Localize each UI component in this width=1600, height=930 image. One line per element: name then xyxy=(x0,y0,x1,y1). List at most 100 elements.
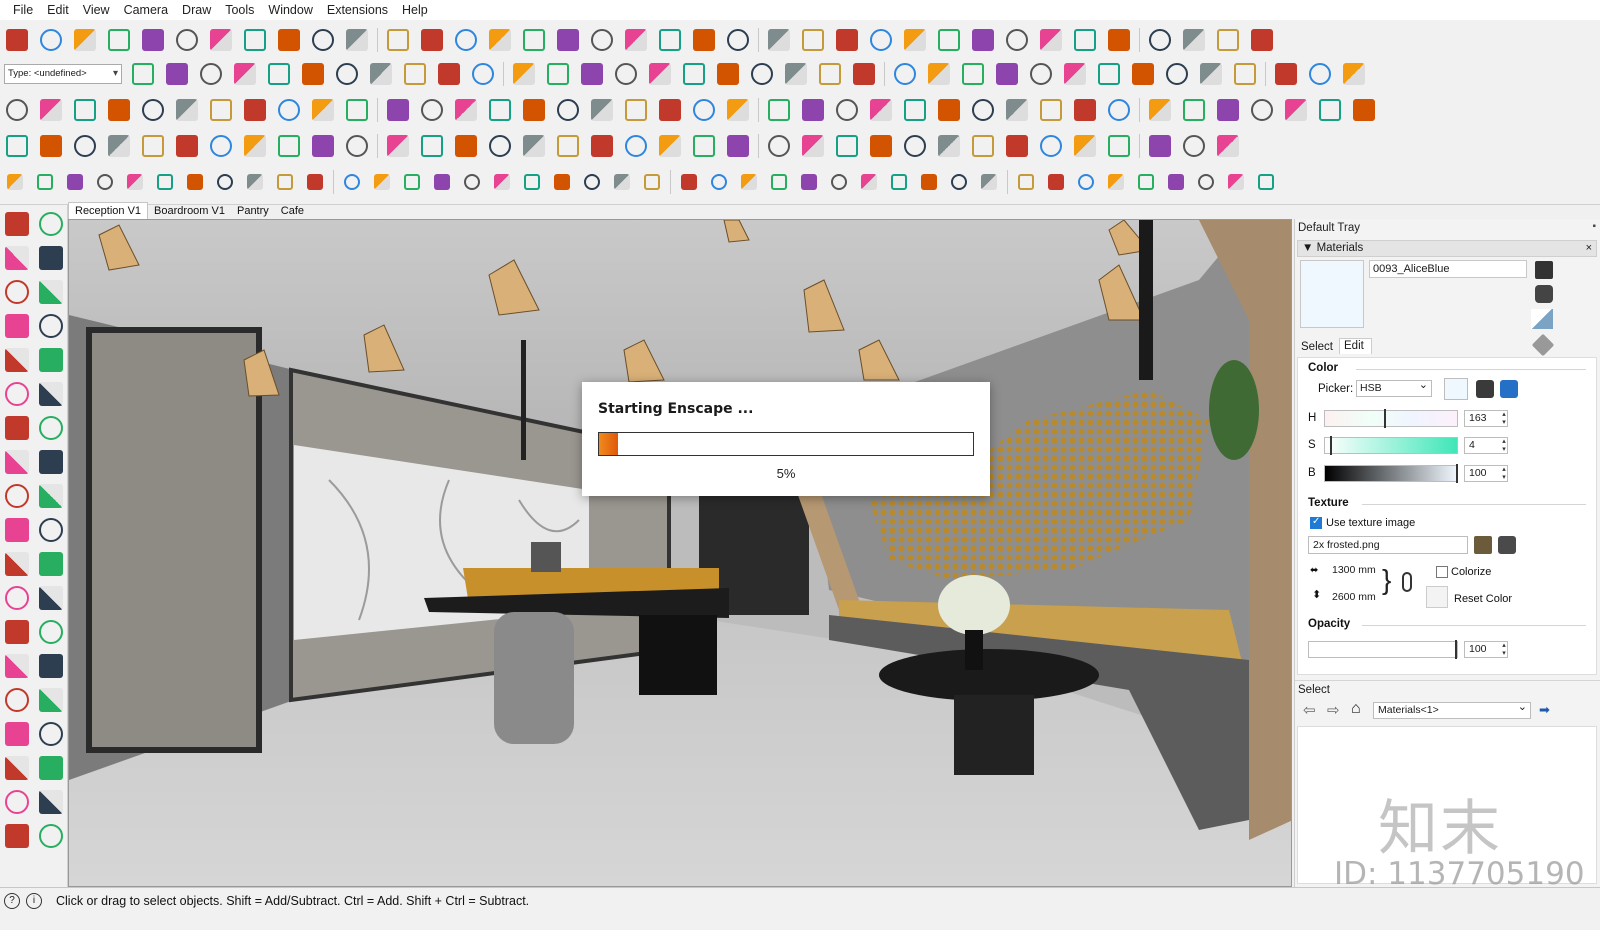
toolbar-tool-icon[interactable] xyxy=(655,95,685,125)
toolbar-tool-icon[interactable] xyxy=(577,59,607,89)
toolbar-tool-icon[interactable] xyxy=(488,168,516,196)
toolbar-tool-icon[interactable] xyxy=(172,95,202,125)
toolbar-tool-icon[interactable] xyxy=(274,25,304,55)
toolbar-tool-icon[interactable] xyxy=(417,131,447,161)
toolbar-tool-icon[interactable] xyxy=(383,25,413,55)
toolbar-tool-icon[interactable] xyxy=(553,131,583,161)
toolbar-tool-icon[interactable] xyxy=(679,59,709,89)
toolbar-tool-icon[interactable] xyxy=(274,131,304,161)
left-tool-icon[interactable] xyxy=(0,547,34,581)
toolbar-tool-icon[interactable] xyxy=(553,95,583,125)
toolbar-tool-icon[interactable] xyxy=(206,131,236,161)
toolbar-tool-icon[interactable] xyxy=(2,131,32,161)
toolbar-tool-icon[interactable] xyxy=(1271,59,1301,89)
type-select[interactable]: Type: <undefined> xyxy=(4,64,122,84)
left-tool-icon[interactable] xyxy=(34,547,68,581)
toolbar-tool-icon[interactable] xyxy=(764,131,794,161)
toolbar-tool-icon[interactable] xyxy=(1042,168,1070,196)
toolbar-tool-icon[interactable] xyxy=(621,131,651,161)
toolbar-tool-icon[interactable] xyxy=(945,168,973,196)
toolbar-tool-icon[interactable] xyxy=(1162,168,1190,196)
toolbar-tool-icon[interactable] xyxy=(621,25,651,55)
toolbar-tool-icon[interactable] xyxy=(1179,131,1209,161)
opacity-thumb[interactable] xyxy=(1455,640,1457,659)
toolbar-tool-icon[interactable] xyxy=(1094,59,1124,89)
toolbar-tool-icon[interactable] xyxy=(485,95,515,125)
toolbar-tool-icon[interactable] xyxy=(866,95,896,125)
edit-texture-icon[interactable] xyxy=(1498,536,1516,554)
toolbar-tool-icon[interactable] xyxy=(1179,95,1209,125)
toolbar-tool-icon[interactable] xyxy=(271,168,299,196)
toolbar-tool-icon[interactable] xyxy=(900,95,930,125)
help-icon[interactable]: ? xyxy=(4,893,20,909)
toolbar-tool-icon[interactable] xyxy=(519,25,549,55)
toolbar-tool-icon[interactable] xyxy=(968,25,998,55)
toolbar-tool-icon[interactable] xyxy=(2,25,32,55)
brightness-thumb[interactable] xyxy=(1456,464,1458,483)
toolbar-tool-icon[interactable] xyxy=(764,95,794,125)
scene-tab[interactable]: Boardroom V1 xyxy=(148,203,231,219)
reset-color-label[interactable]: Reset Color xyxy=(1454,593,1512,605)
toolbar-tool-icon[interactable] xyxy=(934,25,964,55)
toolbar-tool-icon[interactable] xyxy=(417,25,447,55)
texture-height-field[interactable]: 2600 mm xyxy=(1328,589,1378,607)
toolbar-tool-icon[interactable] xyxy=(172,25,202,55)
toolbar-tool-icon[interactable] xyxy=(1213,131,1243,161)
left-tool-icon[interactable] xyxy=(0,479,34,513)
toolbar-tool-icon[interactable] xyxy=(1070,131,1100,161)
toolbar-tool-icon[interactable] xyxy=(458,168,486,196)
left-tool-icon[interactable] xyxy=(34,445,68,479)
toolbar-tool-icon[interactable] xyxy=(1213,95,1243,125)
toolbar-tool-icon[interactable] xyxy=(975,168,1003,196)
s-value-field[interactable]: 4 xyxy=(1464,437,1508,454)
toolbar-tool-icon[interactable] xyxy=(509,59,539,89)
toolbar-tool-icon[interactable] xyxy=(241,168,269,196)
toolbar-tool-icon[interactable] xyxy=(992,59,1022,89)
toolbar-tool-icon[interactable] xyxy=(587,131,617,161)
toolbar-tool-icon[interactable] xyxy=(723,25,753,55)
toolbar-tool-icon[interactable] xyxy=(655,25,685,55)
toolbar-tool-icon[interactable] xyxy=(798,95,828,125)
left-tool-icon[interactable] xyxy=(0,717,34,751)
toolbar-tool-icon[interactable] xyxy=(655,131,685,161)
menu-tools[interactable]: Tools xyxy=(218,0,261,20)
toolbar-tool-icon[interactable] xyxy=(866,131,896,161)
toolbar-tool-icon[interactable] xyxy=(1192,168,1220,196)
toolbar-tool-icon[interactable] xyxy=(832,131,862,161)
toolbar-tool-icon[interactable] xyxy=(1104,131,1134,161)
toolbar-tool-icon[interactable] xyxy=(1002,25,1032,55)
toolbar-tool-icon[interactable] xyxy=(543,59,573,89)
toolbar-tool-icon[interactable] xyxy=(342,131,372,161)
details-arrow-icon[interactable]: ➡ xyxy=(1539,702,1550,718)
toolbar-tool-icon[interactable] xyxy=(587,95,617,125)
texture-width-field[interactable]: 1300 mm xyxy=(1328,562,1378,580)
toolbar-tool-icon[interactable] xyxy=(274,95,304,125)
saturation-slider[interactable] xyxy=(1324,436,1458,455)
scene-tab[interactable]: Cafe xyxy=(275,203,310,219)
toolbar-tool-icon[interactable] xyxy=(765,168,793,196)
left-tool-icon[interactable] xyxy=(0,275,34,309)
toolbar-tool-icon[interactable] xyxy=(128,59,158,89)
toolbar-tool-icon[interactable] xyxy=(519,95,549,125)
toolbar-tool-icon[interactable] xyxy=(1104,95,1134,125)
tab-edit[interactable]: Edit xyxy=(1339,338,1372,354)
toolbar-tool-icon[interactable] xyxy=(240,95,270,125)
toolbar-tool-icon[interactable] xyxy=(308,131,338,161)
left-tool-icon[interactable] xyxy=(34,581,68,615)
toolbar-tool-icon[interactable] xyxy=(553,25,583,55)
toolbar-tool-icon[interactable] xyxy=(934,95,964,125)
toolbar-tool-icon[interactable] xyxy=(104,95,134,125)
sample-paint-icon[interactable] xyxy=(1531,309,1553,329)
toolbar-tool-icon[interactable] xyxy=(1222,168,1250,196)
details-icon[interactable] xyxy=(1535,261,1553,279)
toolbar-tool-icon[interactable] xyxy=(747,59,777,89)
left-tool-icon[interactable] xyxy=(34,309,68,343)
toolbar-tool-icon[interactable] xyxy=(451,131,481,161)
materials-panel-header[interactable]: ▼ Materials × xyxy=(1297,240,1597,257)
toolbar-tool-icon[interactable] xyxy=(1339,59,1369,89)
toolbar-tool-icon[interactable] xyxy=(308,25,338,55)
menu-file[interactable]: File xyxy=(6,0,40,20)
menu-help[interactable]: Help xyxy=(395,0,435,20)
toolbar-tool-icon[interactable] xyxy=(548,168,576,196)
toolbar-tool-icon[interactable] xyxy=(61,168,89,196)
